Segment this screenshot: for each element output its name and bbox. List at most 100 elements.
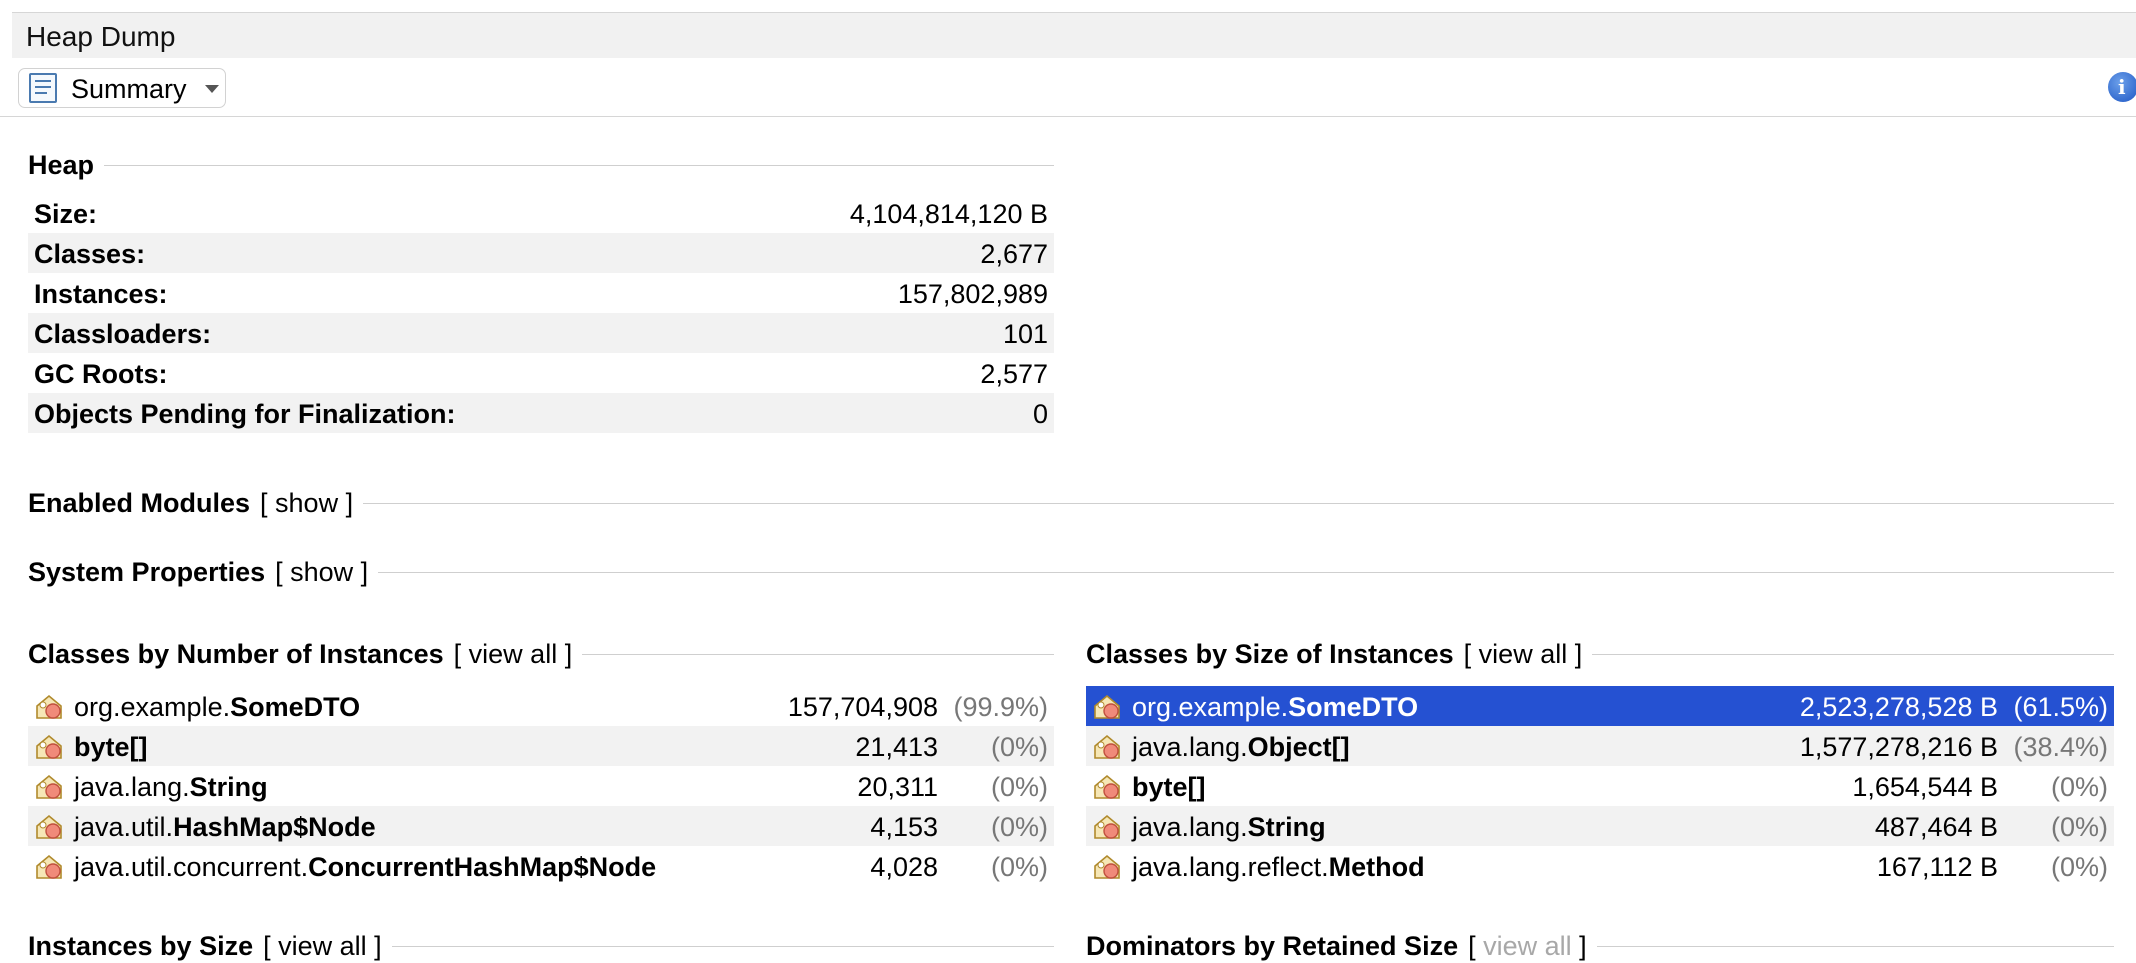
class-icon xyxy=(1094,694,1120,719)
enabled-modules-show-link[interactable]: [ show ] xyxy=(260,488,353,519)
heap-label: Instances: xyxy=(34,279,168,309)
class-icon xyxy=(36,854,62,879)
class-percent-value: (0%) xyxy=(990,732,1048,762)
classes-by-instances-title: Classes by Number of Instances xyxy=(28,638,444,669)
dominators-title: Dominators by Retained Size xyxy=(1086,930,1459,961)
heap-label: Objects Pending for Finalization: xyxy=(34,399,456,429)
class-count-value: 157,704,908 xyxy=(787,692,938,722)
instances-class-row[interactable]: org.example.SomeDTO 157,704,908 (99.9%) xyxy=(28,686,1054,726)
tab-bar: Heap Dump xyxy=(12,12,2136,60)
tab-heap-dump[interactable]: Heap Dump xyxy=(26,21,175,53)
info-icon[interactable]: i xyxy=(2108,72,2136,102)
class-percent-value: (0%) xyxy=(990,852,1048,882)
class-count-value: 4,028 xyxy=(870,852,938,882)
class-percent-value: (0%) xyxy=(2050,772,2108,802)
system-properties-title: System Properties xyxy=(28,556,266,587)
size-class-row[interactable]: byte[] 1,654,544 B (0%) xyxy=(1086,766,2114,806)
class-icon xyxy=(1094,774,1120,799)
class-count-value: 4,153 xyxy=(870,812,938,842)
class-count-value: 167,112 B xyxy=(1876,852,1998,882)
heap-value: 0 xyxy=(1032,399,1048,429)
section-divider xyxy=(1596,945,2114,947)
heap-label: Classes: xyxy=(34,239,146,269)
class-count-value: 20,311 xyxy=(857,772,938,802)
classes-by-instances-view-all-link[interactable]: [ view all ] xyxy=(454,639,573,670)
heap-value: 2,677 xyxy=(980,239,1048,269)
instances-class-row[interactable]: java.util.concurrent.ConcurrentHashMap$N… xyxy=(28,846,1054,886)
class-name: byte[] xyxy=(74,732,148,762)
instances-class-row[interactable]: byte[] 21,413 (0%) xyxy=(28,726,1054,766)
class-count-value: 1,577,278,216 B xyxy=(1799,732,1998,762)
class-count-value: 21,413 xyxy=(855,732,938,762)
instances-by-size-view-all-link[interactable]: [ view all ] xyxy=(263,931,382,962)
class-percent-value: (0%) xyxy=(2050,812,2108,842)
class-name: java.util.concurrent.ConcurrentHashMap$N… xyxy=(74,852,657,882)
system-properties-show-link[interactable]: [ show ] xyxy=(275,557,368,588)
class-icon xyxy=(36,694,62,719)
heap-section-header: Heap xyxy=(28,148,1054,182)
heap-row-classes: Classes: 2,677 xyxy=(28,233,1054,273)
heap-value: 2,577 xyxy=(980,359,1048,389)
class-icon xyxy=(1094,734,1120,759)
heap-value: 101 xyxy=(1002,319,1048,349)
section-divider xyxy=(582,653,1054,655)
class-icon xyxy=(36,814,62,839)
heap-row-size: Size: 4,104,814,120 B xyxy=(28,193,1054,233)
class-percent-value: (61.5%) xyxy=(2013,692,2108,722)
class-name: java.lang.String xyxy=(74,772,268,802)
class-name: java.lang.String xyxy=(1132,812,1326,842)
heap-value: 4,104,814,120 B xyxy=(849,199,1048,229)
chevron-down-icon xyxy=(205,85,219,93)
instances-by-size-header: Instances by Size [ view all ] xyxy=(28,929,1054,963)
class-percent-value: (99.9%) xyxy=(953,692,1048,722)
section-divider xyxy=(1592,653,2114,655)
view-selector-dropdown[interactable]: Summary xyxy=(18,68,226,108)
class-name: org.example.SomeDTO xyxy=(1132,692,1419,722)
view-selector-label: Summary xyxy=(71,74,187,104)
class-percent-value: (0%) xyxy=(990,772,1048,802)
size-class-row[interactable]: org.example.SomeDTO 2,523,278,528 B (61.5%… xyxy=(1086,686,2114,726)
class-percent-value: (0%) xyxy=(990,812,1048,842)
class-icon xyxy=(36,774,62,799)
heap-label: Size: xyxy=(34,199,98,229)
class-icon xyxy=(36,734,62,759)
enabled-modules-title: Enabled Modules xyxy=(28,487,251,518)
heap-row-pending-finalization: Objects Pending for Finalization: 0 xyxy=(28,393,1054,433)
class-icon xyxy=(1094,814,1120,839)
system-properties-header: System Properties [ show ] xyxy=(28,555,2114,589)
size-class-row[interactable]: java.lang.String 487,464 B (0%) xyxy=(1086,806,2114,846)
instances-class-row[interactable]: java.lang.String 20,311 (0%) xyxy=(28,766,1054,806)
heap-row-instances: Instances: 157,802,989 xyxy=(28,273,1054,313)
classes-by-size-view-all-link[interactable]: [ view all ] xyxy=(1464,639,1583,670)
heap-label: GC Roots: xyxy=(34,359,168,389)
classes-by-instances-header: Classes by Number of Instances [ view al… xyxy=(28,637,1054,671)
section-divider xyxy=(104,164,1054,166)
section-divider xyxy=(378,571,2114,573)
heap-row-classloaders: Classloaders: 101 xyxy=(28,313,1054,353)
dominators-view-all-link: [ view all ] xyxy=(1468,930,1587,961)
class-name: org.example.SomeDTO xyxy=(74,692,361,722)
instances-by-size-title: Instances by Size xyxy=(28,930,254,961)
toolbar: Summary i xyxy=(0,58,2136,117)
class-count-value: 2,523,278,528 B xyxy=(1799,692,1998,722)
enabled-modules-header: Enabled Modules [ show ] xyxy=(28,486,2114,520)
class-icon xyxy=(1094,854,1120,879)
heap-row-gc-roots: GC Roots: 2,577 xyxy=(28,353,1054,393)
class-name: byte[] xyxy=(1132,772,1206,802)
size-class-row[interactable]: java.lang.Object[] 1,577,278,216 B (38.4%) xyxy=(1086,726,2114,766)
size-class-row[interactable]: java.lang.reflect.Method 167,112 B (0%) xyxy=(1086,846,2114,886)
section-divider xyxy=(391,945,1054,947)
class-name: java.lang.Object[] xyxy=(1132,732,1350,762)
classes-by-size-header: Classes by Size of Instances [ view all … xyxy=(1086,637,2114,671)
classes-by-size-title: Classes by Size of Instances xyxy=(1086,638,1454,669)
instances-class-row[interactable]: java.util.HashMap$Node 4,153 (0%) xyxy=(28,806,1054,846)
heap-value: 157,802,989 xyxy=(897,279,1048,309)
class-name: java.lang.reflect.Method xyxy=(1132,852,1425,882)
class-percent-value: (38.4%) xyxy=(2013,732,2108,762)
class-percent-value: (0%) xyxy=(2050,852,2108,882)
class-count-value: 1,654,544 B xyxy=(1852,772,1998,802)
heap-label: Classloaders: xyxy=(34,319,212,349)
section-divider xyxy=(363,502,2114,504)
heap-section-title: Heap xyxy=(28,149,95,180)
document-icon xyxy=(29,73,57,103)
